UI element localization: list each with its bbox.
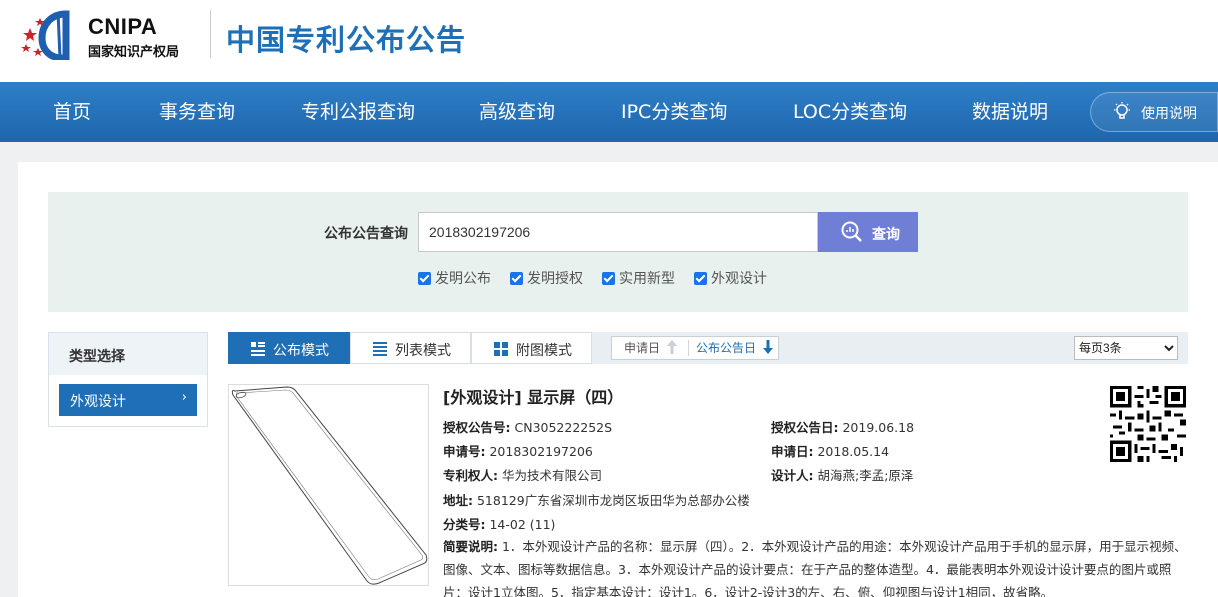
nav-item-advanced-query[interactable]: 高级查询 <box>479 82 555 142</box>
grant-number-field: 授权公告号: CN305222252S <box>443 417 612 436</box>
tab-label: 附图模式 <box>516 343 572 359</box>
checkbox-checked-icon <box>418 272 431 285</box>
per-page-select[interactable]: 每页3条 <box>1074 336 1178 360</box>
nav-item-gazette-query[interactable]: 专利公报查询 <box>301 82 415 142</box>
field-value: 2019.06.18 <box>842 420 915 435</box>
field-label: 专利权人: <box>443 468 498 483</box>
type-item-label: 外观设计 <box>70 394 126 410</box>
field-value: 胡海燕;李孟;原泽 <box>817 468 914 483</box>
help-button-label: 使用说明 <box>1141 106 1197 122</box>
help-button[interactable]: 使用说明 <box>1090 92 1218 132</box>
sort-divider <box>688 340 689 356</box>
header-divider <box>210 10 211 58</box>
tab-publication-mode[interactable]: 公布模式 <box>228 332 350 364</box>
site-title: 中国专利公布公告 <box>226 23 467 57</box>
record-title[interactable]: [外观设计] 显示屏（四） <box>443 384 623 408</box>
checkbox-checked-icon <box>510 272 523 285</box>
search-label: 公布公告查询 <box>324 226 408 242</box>
application-number-field: 申请号: 2018302197206 <box>443 441 593 460</box>
nav-item-home[interactable]: 首页 <box>53 82 91 142</box>
address-field: 地址: 518129广东省深圳市龙岗区坂田华为总部办公楼 <box>443 490 750 509</box>
field-value: 华为技术有限公司 <box>501 468 602 483</box>
checkbox-label: 发明授权 <box>527 271 583 287</box>
search-input[interactable] <box>418 212 818 252</box>
checkbox-label: 实用新型 <box>619 271 675 287</box>
field-value: 518129广东省深圳市龙岗区坂田华为总部办公楼 <box>476 493 750 508</box>
field-label: 地址: <box>443 493 473 508</box>
list-icon <box>373 342 387 356</box>
checkbox-utility-model[interactable]: 实用新型 <box>602 268 675 287</box>
sort-by-publication-date[interactable]: 公布公告日 <box>696 337 773 359</box>
field-label: 申请号: <box>443 444 486 459</box>
abstract-field: 简要说明: 1．本外观设计产品的名称：显示屏（四）。2．本外观设计产品的用途：本… <box>443 535 1188 597</box>
field-label: 授权公告号: <box>443 420 511 435</box>
application-date-field: 申请日: 2018.05.14 <box>771 441 889 460</box>
nav-item-data-description[interactable]: 数据说明 <box>972 82 1048 142</box>
phone-screen-drawing <box>231 386 428 585</box>
nav-item-loc-query[interactable]: LOC分类查询 <box>793 82 907 142</box>
field-value: 2018302197206 <box>489 444 593 459</box>
arrow-down-icon <box>762 340 773 354</box>
nav-item-affairs-query[interactable]: 事务查询 <box>159 82 235 142</box>
type-item-design[interactable]: 外观设计 › <box>59 384 197 416</box>
field-label: 简要说明: <box>443 539 498 554</box>
arrow-up-icon <box>666 340 677 354</box>
field-value: 14-02 (11) <box>489 517 556 532</box>
search-button[interactable]: 查询 <box>818 212 918 252</box>
tab-label: 列表模式 <box>395 343 451 359</box>
qr-code-icon <box>1110 386 1186 462</box>
tab-list-mode[interactable]: 列表模式 <box>350 332 471 364</box>
classification-field: 分类号: 14-02 (11) <box>443 514 555 533</box>
field-label: 分类号: <box>443 517 486 532</box>
search-button-label: 查询 <box>872 227 900 243</box>
list-detail-icon <box>251 342 265 356</box>
patentee-field: 专利权人: 华为技术有限公司 <box>443 465 602 484</box>
logo-subtext: 国家知识产权局 <box>88 45 180 60</box>
type-filter-title: 类型选择 <box>69 349 125 365</box>
checkbox-label: 发明公布 <box>435 271 491 287</box>
field-label: 申请日: <box>771 444 814 459</box>
field-value: 2018.05.14 <box>817 444 890 459</box>
checkbox-label: 外观设计 <box>711 271 767 287</box>
design-drawing-image[interactable] <box>228 384 429 586</box>
type-filter-header: 类型选择 <box>49 333 207 375</box>
search-icon <box>841 221 862 242</box>
cnipa-logo-icon <box>21 10 70 60</box>
grid-icon <box>494 342 508 356</box>
designer-field: 设计人: 胡海燕;李孟;原泽 <box>771 465 913 484</box>
checkbox-invention-publication[interactable]: 发明公布 <box>418 268 491 287</box>
sort-by-application-date[interactable]: 申请日 <box>624 337 677 359</box>
search-panel <box>48 192 1188 312</box>
checkbox-checked-icon <box>602 272 615 285</box>
nav-item-ipc-query[interactable]: IPC分类查询 <box>621 82 727 142</box>
abstract-text: 1．本外观设计产品的名称：显示屏（四）。2．本外观设计产品的用途：本外观设计产品… <box>443 539 1187 597</box>
tab-label: 公布模式 <box>273 343 329 359</box>
sort-label: 公布公告日 <box>696 341 757 355</box>
chevron-right-icon: › <box>181 390 187 405</box>
field-value: CN305222252S <box>514 420 613 435</box>
checkbox-invention-grant[interactable]: 发明授权 <box>510 268 583 287</box>
type-filter-panel: 类型选择 外观设计 › <box>48 332 208 427</box>
sort-label: 申请日 <box>624 341 661 355</box>
logo-text: CNIPA <box>88 14 158 39</box>
top-header: CNIPA 国家知识产权局 中国专利公布公告 <box>0 0 1218 82</box>
checkbox-design[interactable]: 外观设计 <box>694 268 767 287</box>
main-nav: 首页 事务查询 专利公报查询 高级查询 IPC分类查询 LOC分类查询 数据说明… <box>0 82 1218 142</box>
field-label: 授权公告日: <box>771 420 839 435</box>
sort-group: 申请日 公布公告日 <box>611 336 779 360</box>
lightbulb-icon <box>1114 102 1130 119</box>
checkbox-checked-icon <box>694 272 707 285</box>
field-label: 设计人: <box>771 468 814 483</box>
tab-image-mode[interactable]: 附图模式 <box>471 332 592 364</box>
grant-date-field: 授权公告日: 2019.06.18 <box>771 417 914 436</box>
